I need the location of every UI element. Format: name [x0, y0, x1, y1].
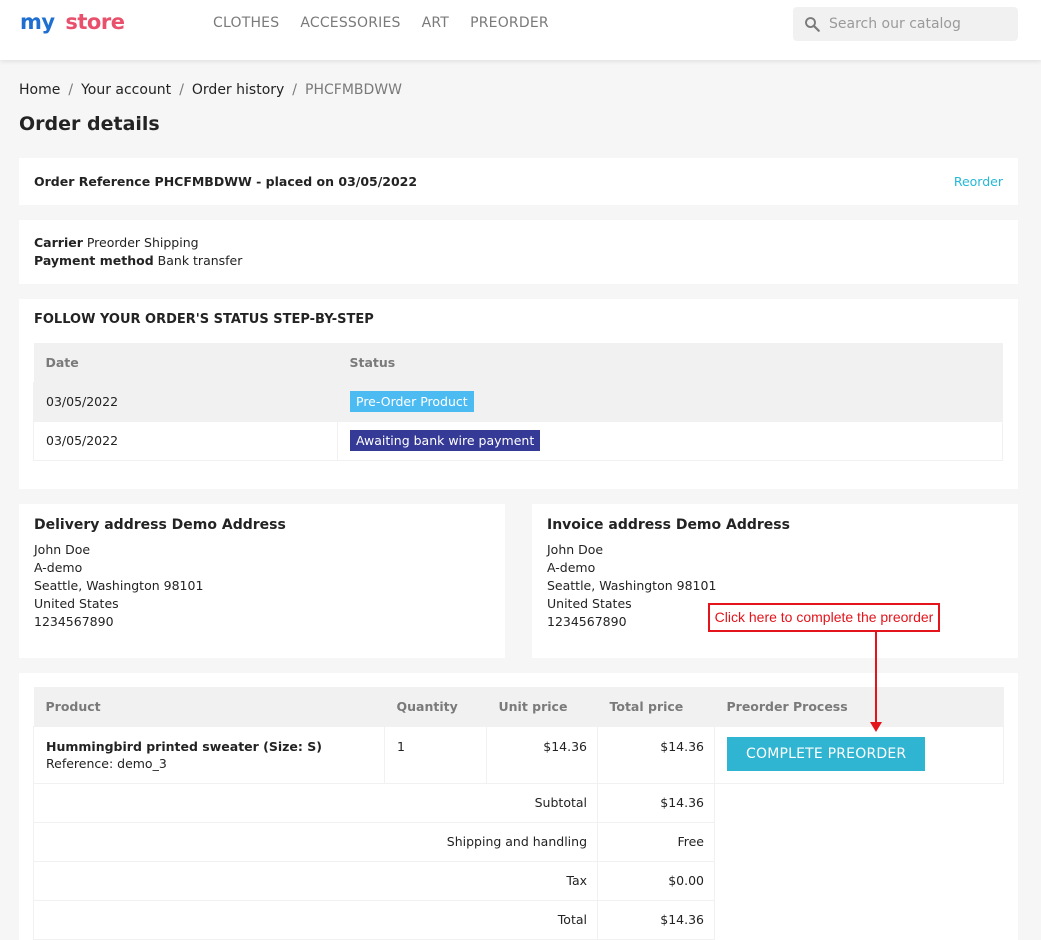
- subtotal-label: Subtotal: [33, 782, 598, 823]
- address-line: Seattle, Washington 98101: [34, 578, 204, 593]
- breadcrumb: Home / Your account / Order history / PH…: [19, 82, 402, 98]
- payment-label: Payment method: [34, 253, 154, 268]
- invoice-address-box: Invoice address Demo Address John Doe A-…: [532, 504, 1018, 658]
- nav-clothes[interactable]: CLOTHES: [213, 15, 279, 31]
- shipping-label: Shipping and handling: [33, 821, 598, 862]
- logo-word-my: my: [20, 10, 55, 34]
- header-product: Product: [33, 687, 385, 726]
- payment-value: Bank transfer: [157, 253, 243, 268]
- breadcrumb-order-history[interactable]: Order history: [192, 82, 284, 98]
- tax-label: Tax: [33, 860, 598, 901]
- products-box: Product Quantity Unit price Total price …: [19, 673, 1018, 940]
- table-row: 03/05/2022 Pre-Order Product: [33, 381, 1003, 422]
- store-logo[interactable]: my store: [20, 10, 125, 34]
- address-line: John Doe: [547, 542, 604, 557]
- breadcrumb-your-account[interactable]: Your account: [81, 82, 171, 98]
- status-badge: Awaiting bank wire payment: [350, 430, 541, 451]
- total-value: $14.36: [597, 899, 715, 940]
- status-header-date: Date: [33, 343, 338, 382]
- preorder-process-cell: COMPLETE PREORDER: [714, 725, 1004, 784]
- status-header-status: Status: [337, 343, 1003, 382]
- address-line: A-demo: [34, 560, 83, 575]
- carrier-line: Carrier Preorder Shipping: [34, 235, 199, 250]
- product-reference: Reference: demo_3: [46, 755, 167, 771]
- callout-arrow-line: [875, 632, 877, 725]
- address-line: 1234567890: [34, 614, 114, 629]
- nav-preorder[interactable]: PREORDER: [470, 15, 549, 31]
- status-date: 03/05/2022: [33, 420, 338, 461]
- header-preorder-process: Preorder Process: [714, 687, 1004, 726]
- table-row: 03/05/2022 Awaiting bank wire payment: [33, 420, 1003, 461]
- empty-cell: [714, 783, 1004, 939]
- address-line: Seattle, Washington 98101: [547, 578, 717, 593]
- order-status-box: FOLLOW YOUR ORDER'S STATUS STEP-BY-STEP …: [19, 299, 1018, 489]
- search-icon[interactable]: [803, 15, 821, 33]
- shipping-value: Free: [597, 821, 715, 862]
- status-cell: Awaiting bank wire payment: [337, 420, 1003, 461]
- breadcrumb-home[interactable]: Home: [19, 82, 60, 98]
- status-date: 03/05/2022: [33, 381, 338, 422]
- carrier-label: Carrier: [34, 235, 83, 250]
- invoice-address-title: Invoice address Demo Address: [547, 517, 790, 533]
- products-table-header: Product Quantity Unit price Total price …: [33, 687, 1004, 726]
- invoice-address-lines: John Doe A-demo Seattle, Washington 9810…: [547, 541, 716, 631]
- delivery-address-lines: John Doe A-demo Seattle, Washington 9810…: [34, 541, 203, 631]
- address-line: A-demo: [547, 560, 596, 575]
- search-box: [793, 7, 1018, 41]
- reorder-link[interactable]: Reorder: [954, 174, 1003, 189]
- callout-annotation: Click here to complete the preorder: [708, 603, 940, 632]
- address-line: United States: [34, 596, 119, 611]
- table-row: Subtotal $14.36: [33, 782, 1004, 939]
- total-label: Total: [33, 899, 598, 940]
- header-unit-price: Unit price: [486, 687, 598, 726]
- address-line: John Doe: [34, 542, 91, 557]
- nav-art[interactable]: ART: [422, 15, 449, 31]
- subtotal-value: $14.36: [597, 782, 715, 823]
- products-table: Product Quantity Unit price Total price …: [33, 687, 1004, 940]
- search-input[interactable]: [829, 7, 1009, 41]
- nav-accessories[interactable]: ACCESSORIES: [300, 15, 400, 31]
- order-info-box: Carrier Preorder Shipping Payment method…: [19, 220, 1018, 284]
- product-unit-price: $14.36: [486, 725, 598, 784]
- address-line: United States: [547, 596, 632, 611]
- delivery-address-title: Delivery address Demo Address: [34, 517, 286, 533]
- complete-preorder-button[interactable]: COMPLETE PREORDER: [727, 736, 926, 771]
- address-line: 1234567890: [547, 614, 627, 629]
- header-quantity: Quantity: [384, 687, 487, 726]
- order-reference-box: Order Reference PHCFMBDWW - placed on 03…: [19, 158, 1018, 205]
- product-name: Hummingbird printed sweater (Size: S): [46, 738, 322, 754]
- page-title: Order details: [19, 113, 160, 135]
- status-title: FOLLOW YOUR ORDER'S STATUS STEP-BY-STEP: [34, 312, 374, 327]
- payment-line: Payment method Bank transfer: [34, 253, 242, 268]
- product-quantity: 1: [384, 725, 487, 784]
- order-reference-text: Order Reference PHCFMBDWW - placed on 03…: [34, 174, 418, 189]
- status-table: Date Status 03/05/2022 Pre-Order Product…: [33, 343, 1003, 461]
- table-row: Hummingbird printed sweater (Size: S) Re…: [33, 725, 1004, 784]
- status-badge: Pre-Order Product: [350, 391, 474, 412]
- status-table-header: Date Status: [33, 343, 1003, 382]
- tax-value: $0.00: [597, 860, 715, 901]
- main-nav: CLOTHES ACCESSORIES ART PREORDER: [213, 15, 570, 31]
- site-header: my store CLOTHES ACCESSORIES ART PREORDE…: [0, 0, 1041, 60]
- carrier-value: Preorder Shipping: [86, 235, 199, 250]
- header-total-price: Total price: [597, 687, 715, 726]
- product-cell: Hummingbird printed sweater (Size: S) Re…: [33, 725, 385, 784]
- breadcrumb-current: PHCFMBDWW: [305, 82, 402, 98]
- breadcrumb-separator: /: [292, 82, 298, 98]
- breadcrumb-separator: /: [68, 82, 74, 98]
- status-cell: Pre-Order Product: [337, 381, 1003, 422]
- logo-word-store: store: [65, 10, 125, 34]
- delivery-address-box: Delivery address Demo Address John Doe A…: [19, 504, 505, 658]
- product-total-price: $14.36: [597, 725, 715, 784]
- breadcrumb-separator: /: [179, 82, 184, 98]
- callout-arrow-head-icon: [870, 722, 882, 732]
